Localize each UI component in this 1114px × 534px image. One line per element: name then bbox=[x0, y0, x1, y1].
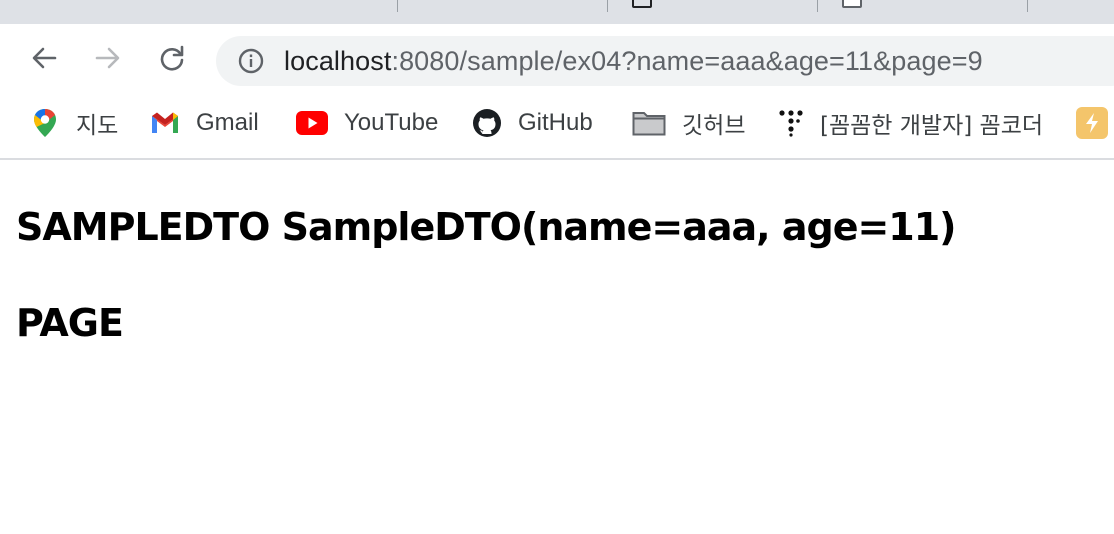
dots-logo-icon bbox=[778, 108, 804, 138]
address-bar[interactable]: localhost:8080/sample/ex04?name=aaa&age=… bbox=[216, 36, 1114, 86]
gmail-icon bbox=[150, 108, 180, 138]
forward-button[interactable] bbox=[90, 40, 126, 76]
bookmark-label: 깃허브 bbox=[682, 113, 746, 139]
bookmarks-bar: 지도 Gmail YouTube GitHub 깃허브 [꼼꼼한 개발자] 꼼코… bbox=[0, 98, 1114, 160]
tab-separator bbox=[817, 0, 818, 12]
tab-separator bbox=[397, 0, 398, 12]
back-button[interactable] bbox=[26, 40, 62, 76]
maps-pin-icon bbox=[30, 108, 60, 138]
sampledto-heading: SAMPLEDTO SampleDTO(name=aaa, age=11) bbox=[16, 205, 957, 249]
tab-separator bbox=[1027, 0, 1028, 12]
github-icon bbox=[472, 108, 502, 138]
lightning-icon bbox=[1076, 107, 1108, 139]
tab-favicon-icon[interactable] bbox=[842, 0, 862, 8]
bookmark-folder[interactable]: 깃허브 bbox=[632, 108, 746, 139]
reload-button[interactable] bbox=[154, 40, 190, 76]
bookmark-gmail[interactable]: Gmail bbox=[150, 108, 259, 138]
tab-strip bbox=[0, 0, 1114, 24]
bookmark-label: [꼼꼼한 개발자] 꼼코더 bbox=[820, 113, 1044, 139]
url-text[interactable]: localhost:8080/sample/ex04?name=aaa&age=… bbox=[284, 47, 983, 75]
tab-favicon-icon[interactable] bbox=[632, 0, 652, 8]
youtube-icon bbox=[296, 108, 328, 138]
bookmark-github[interactable]: GitHub bbox=[472, 108, 593, 138]
bookmark-label: Gmail bbox=[196, 109, 259, 136]
url-path: :8080/sample/ex04?name=aaa&age=11&page=9 bbox=[391, 46, 983, 76]
reload-icon bbox=[160, 45, 184, 71]
browser-toolbar: localhost:8080/sample/ex04?name=aaa&age=… bbox=[0, 24, 1114, 98]
folder-icon bbox=[632, 108, 666, 138]
url-host: localhost bbox=[284, 46, 392, 76]
bookmark-label: 지도 bbox=[76, 113, 119, 139]
bookmark-lightning[interactable] bbox=[1076, 107, 1108, 139]
page-heading: PAGE bbox=[16, 301, 124, 345]
arrow-left-icon bbox=[32, 47, 57, 69]
bookmark-label: YouTube bbox=[344, 109, 439, 136]
bookmark-youtube[interactable]: YouTube bbox=[296, 108, 438, 138]
bookmark-kkomcoder[interactable]: [꼼꼼한 개발자] 꼼코더 bbox=[778, 108, 1044, 139]
bookmark-label: GitHub bbox=[518, 109, 593, 136]
tab-separator bbox=[607, 0, 608, 12]
arrow-right-icon bbox=[95, 47, 120, 69]
info-icon[interactable] bbox=[238, 48, 264, 74]
bookmark-maps[interactable]: 지도 bbox=[30, 108, 119, 139]
